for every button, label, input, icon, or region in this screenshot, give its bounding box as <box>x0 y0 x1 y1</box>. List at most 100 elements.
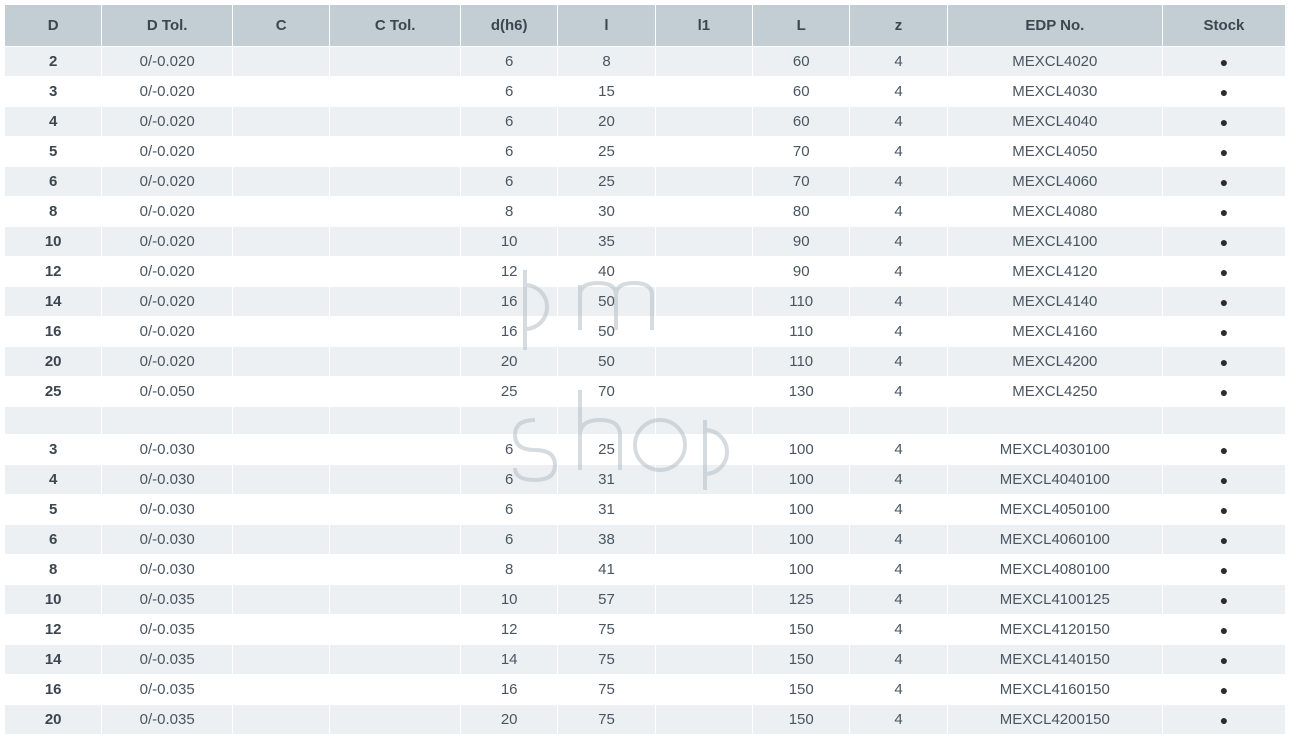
cell-big_l: 60 <box>753 47 850 77</box>
cell-d: 4 <box>5 107 102 137</box>
table-row: 60/-0.0306381004MEXCL4060100● <box>5 525 1286 555</box>
cell-big_l: 80 <box>753 197 850 227</box>
header-d: D <box>5 5 102 47</box>
cell-big_l: 70 <box>753 137 850 167</box>
cell-l1 <box>655 227 752 257</box>
cell-c_tol <box>330 525 461 555</box>
cell-z: 4 <box>850 555 947 585</box>
table-row: 140/-0.02016501104MEXCL4140● <box>5 287 1286 317</box>
cell-d: 16 <box>5 317 102 347</box>
cell-stock: ● <box>1162 257 1285 287</box>
cell-edp: MEXCL4030 <box>947 77 1162 107</box>
cell-c_tol <box>330 227 461 257</box>
cell-c <box>233 585 330 615</box>
cell-c_tol <box>330 77 461 107</box>
cell-l1 <box>655 585 752 615</box>
cell-d_tol: 0/-0.035 <box>102 645 233 675</box>
table-row: 30/-0.0306251004MEXCL4030100● <box>5 435 1286 465</box>
cell-l: 50 <box>558 317 655 347</box>
cell-d_h6: 12 <box>461 615 558 645</box>
cell-d_h6: 6 <box>461 525 558 555</box>
cell-l <box>558 407 655 435</box>
cell-d_h6: 25 <box>461 377 558 407</box>
cell-d_h6: 16 <box>461 287 558 317</box>
cell-l1 <box>655 555 752 585</box>
cell-z: 4 <box>850 167 947 197</box>
header-l1: l1 <box>655 5 752 47</box>
cell-edp: MEXCL4080 <box>947 197 1162 227</box>
cell-edp: MEXCL4020 <box>947 47 1162 77</box>
cell-c <box>233 137 330 167</box>
cell-d: 4 <box>5 465 102 495</box>
cell-l: 31 <box>558 495 655 525</box>
cell-c_tol <box>330 675 461 705</box>
cell-c <box>233 107 330 137</box>
cell-edp: MEXCL4120 <box>947 257 1162 287</box>
cell-big_l: 110 <box>753 317 850 347</box>
cell-d_tol: 0/-0.020 <box>102 47 233 77</box>
cell-stock: ● <box>1162 645 1285 675</box>
cell-c_tol <box>330 137 461 167</box>
cell-l: 15 <box>558 77 655 107</box>
cell-d_tol: 0/-0.020 <box>102 287 233 317</box>
cell-l1 <box>655 347 752 377</box>
cell-c_tol <box>330 287 461 317</box>
cell-l1 <box>655 287 752 317</box>
cell-edp: MEXCL4050 <box>947 137 1162 167</box>
cell-stock: ● <box>1162 47 1285 77</box>
cell-d: 5 <box>5 495 102 525</box>
header-l: l <box>558 5 655 47</box>
table-row: 50/-0.0306311004MEXCL4050100● <box>5 495 1286 525</box>
table-row: 120/-0.0201240904MEXCL4120● <box>5 257 1286 287</box>
cell-d_h6: 10 <box>461 585 558 615</box>
cell-z: 4 <box>850 347 947 377</box>
cell-d: 3 <box>5 435 102 465</box>
cell-z: 4 <box>850 435 947 465</box>
cell-c <box>233 435 330 465</box>
cell-z: 4 <box>850 645 947 675</box>
table-row: 80/-0.020830804MEXCL4080● <box>5 197 1286 227</box>
cell-c <box>233 377 330 407</box>
cell-stock: ● <box>1162 287 1285 317</box>
cell-d_tol: 0/-0.020 <box>102 77 233 107</box>
table-row: 160/-0.03516751504MEXCL4160150● <box>5 675 1286 705</box>
cell-z: 4 <box>850 227 947 257</box>
cell-d_h6: 8 <box>461 555 558 585</box>
cell-big_l: 100 <box>753 435 850 465</box>
cell-stock: ● <box>1162 137 1285 167</box>
table-row: 50/-0.020625704MEXCL4050● <box>5 137 1286 167</box>
cell-d: 14 <box>5 645 102 675</box>
cell-d_tol: 0/-0.030 <box>102 555 233 585</box>
cell-d: 14 <box>5 287 102 317</box>
cell-d: 10 <box>5 585 102 615</box>
spec-table: D D Tol. C C Tol. d(h6) l l1 L z EDP No.… <box>4 4 1286 735</box>
cell-l1 <box>655 77 752 107</box>
cell-c_tol <box>330 167 461 197</box>
cell-l: 25 <box>558 137 655 167</box>
cell-c <box>233 555 330 585</box>
cell-d_tol: 0/-0.020 <box>102 167 233 197</box>
cell-big_l: 125 <box>753 585 850 615</box>
cell-c <box>233 347 330 377</box>
cell-z: 4 <box>850 287 947 317</box>
cell-c <box>233 495 330 525</box>
cell-l: 57 <box>558 585 655 615</box>
table-row: 250/-0.05025701304MEXCL4250● <box>5 377 1286 407</box>
header-d-h6: d(h6) <box>461 5 558 47</box>
cell-d_h6: 10 <box>461 227 558 257</box>
cell-l: 75 <box>558 705 655 735</box>
cell-l1 <box>655 137 752 167</box>
cell-z: 4 <box>850 197 947 227</box>
cell-l1 <box>655 197 752 227</box>
cell-z: 4 <box>850 525 947 555</box>
cell-d: 25 <box>5 377 102 407</box>
table-header-row: D D Tol. C C Tol. d(h6) l l1 L z EDP No.… <box>5 5 1286 47</box>
header-stock: Stock <box>1162 5 1285 47</box>
cell-d: 10 <box>5 227 102 257</box>
cell-big_l: 60 <box>753 77 850 107</box>
cell-c_tol <box>330 615 461 645</box>
cell-d_h6: 6 <box>461 435 558 465</box>
cell-d_tol: 0/-0.050 <box>102 377 233 407</box>
cell-d_h6: 8 <box>461 197 558 227</box>
cell-big_l: 150 <box>753 645 850 675</box>
